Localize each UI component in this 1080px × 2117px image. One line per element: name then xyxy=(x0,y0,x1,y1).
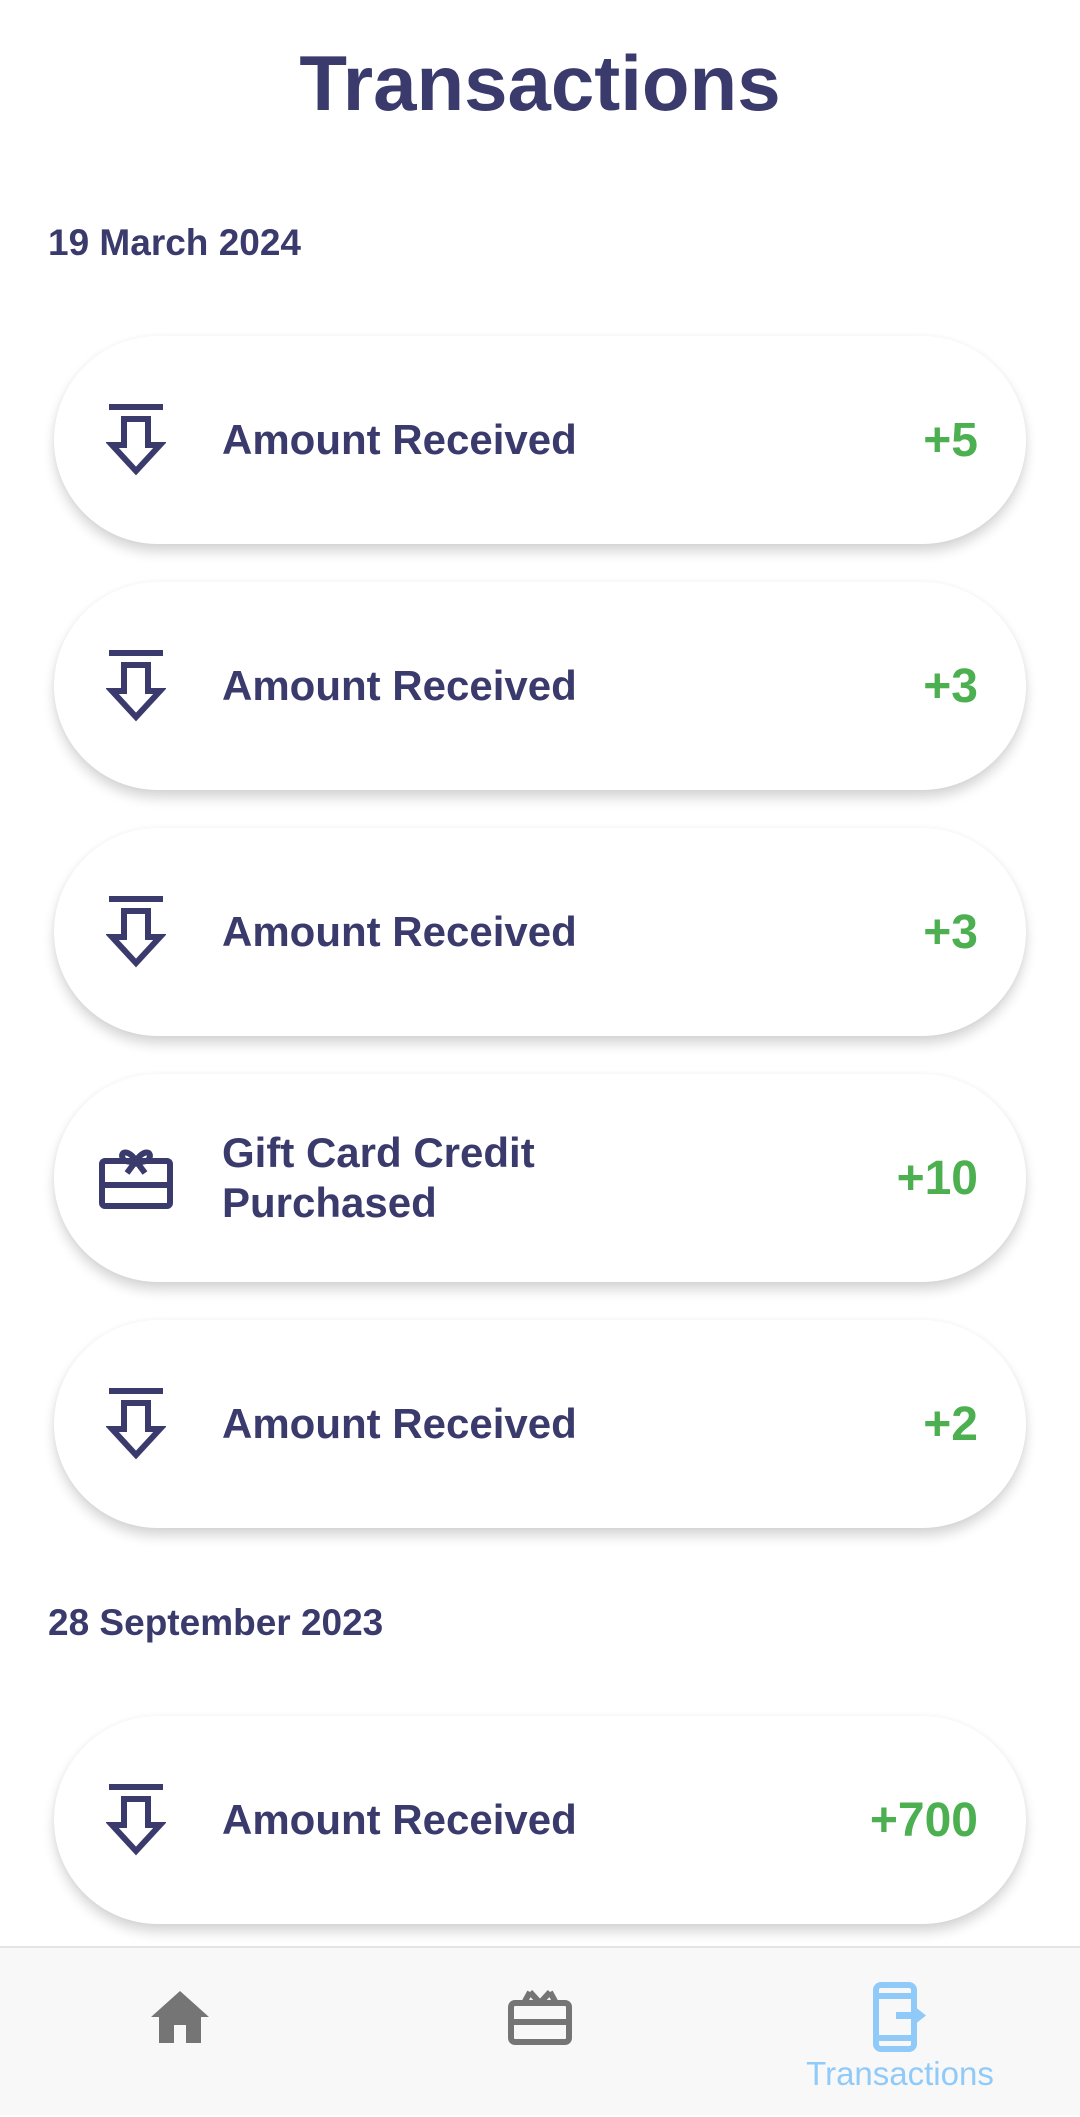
nav-label: Transactions xyxy=(806,2055,994,2092)
transaction-label: Amount Received xyxy=(222,908,577,955)
home-icon xyxy=(145,1982,215,2052)
transaction-label: Amount Received xyxy=(222,662,577,709)
transaction-label: Amount Received xyxy=(222,1796,577,1843)
download-arrow-icon xyxy=(92,892,180,972)
transaction-row[interactable]: Amount Received +5 xyxy=(54,336,1026,544)
date-heading: 28 September 2023 xyxy=(48,1602,384,1643)
date-heading: 19 March 2024 xyxy=(48,222,302,263)
bottom-navigation: Transactions xyxy=(0,1946,1080,2115)
transaction-label: Gift Card Credit Purchased xyxy=(222,1129,535,1226)
nav-item-transactions[interactable]: Transactions xyxy=(750,1948,1050,2117)
page-title: Transactions xyxy=(299,39,781,127)
transaction-amount: +700 xyxy=(869,1793,978,1847)
transaction-row[interactable]: Amount Received +3 xyxy=(54,582,1026,790)
transaction-amount: +3 xyxy=(923,905,978,959)
gift-card-icon xyxy=(505,1982,575,2052)
transaction-amount: +3 xyxy=(923,659,978,713)
download-arrow-icon xyxy=(92,646,180,726)
nav-item-gift-cards[interactable] xyxy=(390,1948,690,2117)
download-arrow-icon xyxy=(92,1780,180,1860)
transaction-label: Amount Received xyxy=(222,1400,577,1447)
transaction-row[interactable]: Amount Received +2 xyxy=(54,1320,1026,1528)
transaction-label: Amount Received xyxy=(222,416,577,463)
transaction-amount: +2 xyxy=(923,1397,978,1451)
transaction-amount: +5 xyxy=(923,413,978,467)
transaction-row[interactable]: Amount Received +3 xyxy=(54,828,1026,1036)
transaction-row[interactable]: Amount Received +700 xyxy=(54,1716,1026,1924)
transaction-row[interactable]: Gift Card Credit Purchased +10 xyxy=(54,1074,1026,1282)
download-arrow-icon xyxy=(92,400,180,480)
download-arrow-icon xyxy=(92,1384,180,1464)
transaction-amount: +10 xyxy=(896,1151,978,1205)
nav-item-home[interactable] xyxy=(30,1948,330,2117)
transactions-icon xyxy=(865,1982,935,2052)
gift-card-icon xyxy=(92,1138,180,1218)
